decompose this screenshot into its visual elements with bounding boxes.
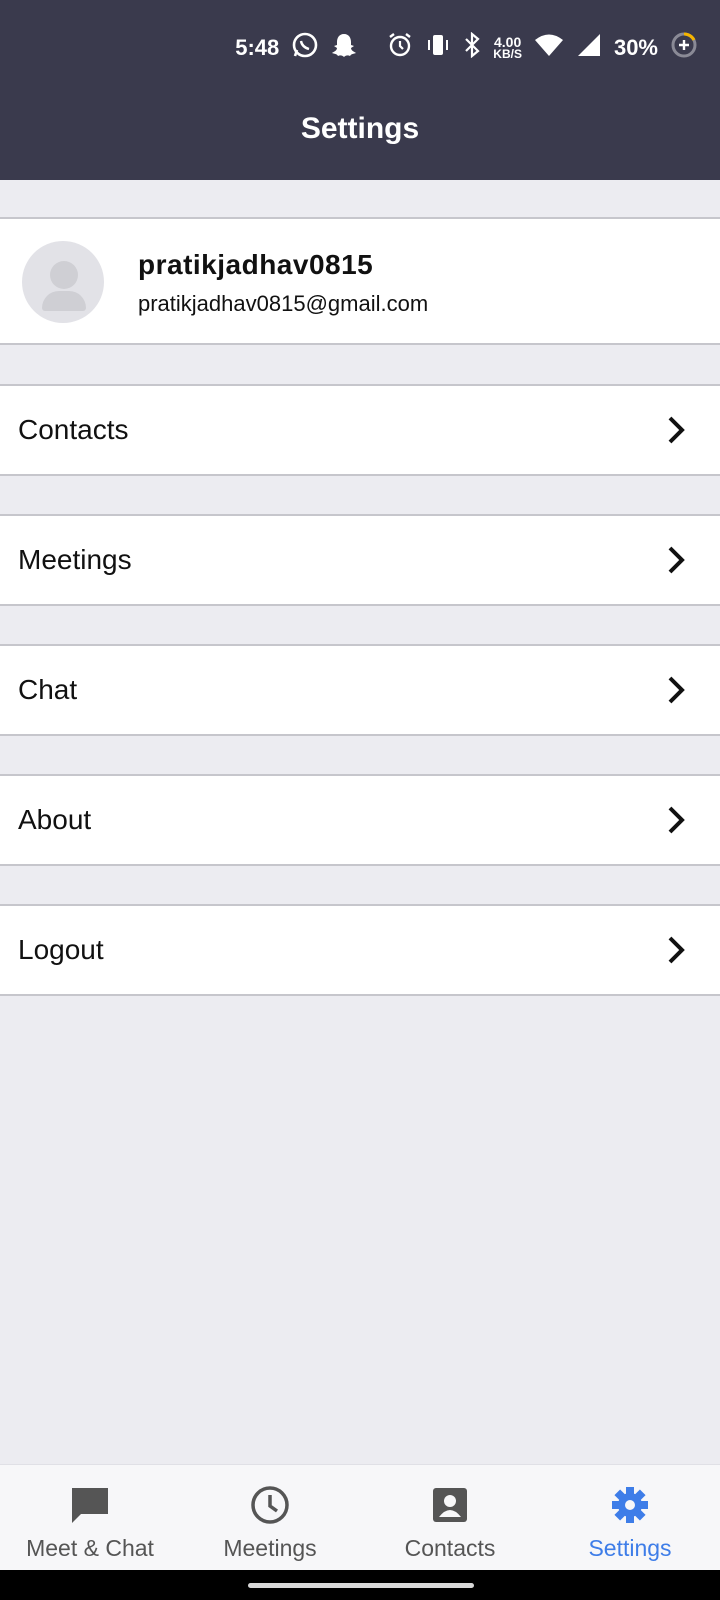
settings-item-label: Meetings [18,544,132,575]
system-nav-bar [0,1570,720,1600]
bluetooth-icon [463,31,481,64]
avatar[interactable] [22,241,104,323]
settings-item-label: Contacts [18,414,129,445]
status-bar: 5:48 4.00 KB/S 30% [0,0,720,96]
chevron-right-icon [668,806,685,834]
chat-bubble-icon [68,1483,112,1527]
tab-label: Contacts [404,1535,496,1561]
signal-icon [576,32,602,64]
tab-contacts[interactable]: Contacts [360,1465,540,1571]
settings-item-label: Chat [18,674,78,705]
settings-item-contacts[interactable]: Contacts [0,384,720,476]
status-icons: 5:48 4.00 KB/S 30% [235,30,698,66]
chevron-right-icon [668,676,685,704]
tab-meet-chat[interactable]: Meet & Chat [0,1465,180,1571]
settings-item-about[interactable]: About [0,774,720,866]
profile-email: pratikjadhav0815@gmail.com [138,291,429,316]
home-gesture-bar[interactable] [248,1583,474,1588]
status-time: 5:48 [235,35,280,60]
chevron-right-icon [668,546,685,574]
battery-text: 30% [613,35,658,60]
battery-saver-icon [670,31,698,65]
alarm-icon [387,31,413,65]
settings-item-label: Logout [18,934,104,965]
network-speed: 4.00 KB/S [493,34,522,61]
settings-item-chat[interactable]: Chat [0,644,720,736]
settings-item-logout[interactable]: Logout [0,904,720,996]
tab-label: Meet & Chat [26,1535,154,1561]
settings-item-meetings[interactable]: Meetings [0,514,720,606]
profile-username: pratikjadhav0815 [138,249,374,280]
snapchat-icon [331,31,357,65]
bottom-nav: Meet & Chat Meetings Contacts Settings [0,1464,720,1571]
page-title: Settings [300,112,420,145]
tab-settings[interactable]: Settings [540,1465,720,1571]
chevron-right-icon [668,936,685,964]
wifi-icon [534,33,564,63]
chevron-right-icon [668,416,685,444]
settings-item-label: About [18,804,92,835]
gear-icon [608,1483,652,1527]
tab-label: Settings [588,1535,672,1561]
tab-label: Meetings [223,1535,317,1561]
tab-meetings[interactable]: Meetings [180,1465,360,1571]
profile-card[interactable]: pratikjadhav0815 pratikjadhav0815@gmail.… [0,217,720,345]
clock-icon [248,1483,292,1527]
contact-card-icon [428,1483,472,1527]
whatsapp-icon [291,31,319,65]
vibrate-icon [425,32,451,64]
